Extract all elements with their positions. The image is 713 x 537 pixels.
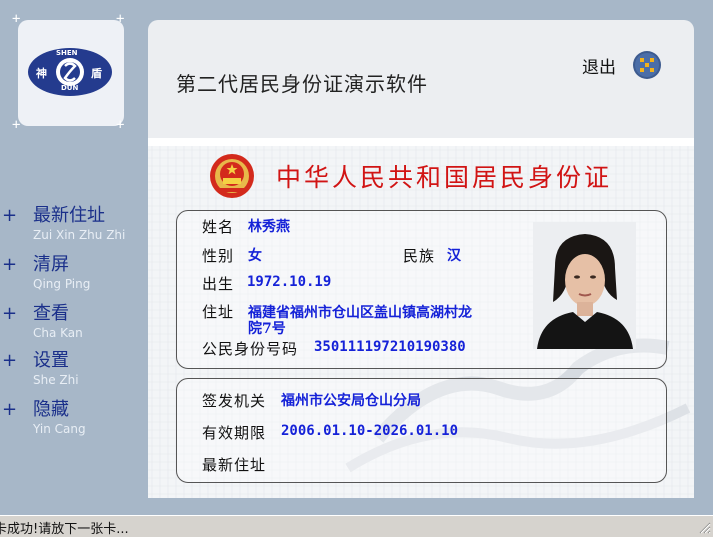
window-edge xyxy=(694,0,713,515)
sidebar-item-label: 设置 xyxy=(33,350,69,371)
logo-bottom-text: DUN xyxy=(61,84,79,92)
validity-label: 有效期限 xyxy=(202,424,267,442)
plus-icon: + xyxy=(2,399,18,420)
ethnicity-label: 民族 xyxy=(403,247,436,265)
ethnicity-value: 汉 xyxy=(447,248,461,264)
card-title: 中华人民共和国居民身份证 xyxy=(276,163,613,192)
logo-panel: + + + + 神 盾 SHEN DUN xyxy=(12,12,124,132)
id-photo xyxy=(533,222,636,349)
sidebar-item-pinyin: Cha Kan xyxy=(33,326,83,340)
plus-icon: + xyxy=(2,350,18,371)
corner-plus-icon: + xyxy=(116,117,125,133)
name-label: 姓名 xyxy=(202,218,235,236)
corner-plus-icon: + xyxy=(116,11,125,27)
name-value: 林秀燕 xyxy=(248,219,290,235)
address-line2: 院7号 xyxy=(248,321,286,337)
plus-icon: + xyxy=(2,303,18,324)
plus-icon: + xyxy=(2,254,18,275)
sidebar-item-pinyin: Qing Ping xyxy=(33,277,91,291)
logo-top-text: SHEN xyxy=(56,49,78,57)
sidebar-item-settings[interactable]: + 设置 She Zhi xyxy=(0,350,145,392)
app-title: 第二代居民身份证演示软件 xyxy=(176,72,428,96)
logo-left-text: 神 xyxy=(36,67,47,80)
sidebar-item-label: 查看 xyxy=(33,303,69,324)
sidebar-item-label: 清屏 xyxy=(33,254,69,275)
corner-plus-icon: + xyxy=(12,11,21,27)
birth-value: 1972.10.19 xyxy=(247,274,332,290)
exit-icon xyxy=(633,51,661,79)
sidebar-item-pinyin: Zui Xin Zhu Zhi xyxy=(33,228,126,242)
authority-value: 福州市公安局仓山分局 xyxy=(281,393,421,409)
sidebar-item-clear-screen[interactable]: + 清屏 Qing Ping xyxy=(0,254,145,296)
id-card-view: 中华人民共和国居民身份证 姓名 林秀燕 性别 女 民族 汉 出生 1972.10… xyxy=(148,138,694,498)
sidebar-item-label: 隐藏 xyxy=(33,399,69,420)
sidebar-item-view[interactable]: + 查看 Cha Kan xyxy=(0,303,145,345)
gender-label: 性别 xyxy=(202,247,235,265)
sidebar-item-hide[interactable]: + 隐藏 Yin Cang xyxy=(0,399,145,441)
validity-value: 2006.01.10-2026.01.10 xyxy=(281,423,459,439)
national-emblem-icon xyxy=(210,154,254,198)
exit-button[interactable] xyxy=(632,50,662,80)
new-address-label: 最新住址 xyxy=(202,456,267,474)
logo-right-text: 盾 xyxy=(91,67,102,80)
sidebar-item-label: 最新住址 xyxy=(33,205,105,226)
portrait-image xyxy=(533,222,636,349)
id-number-label: 公民身份号码 xyxy=(202,340,299,358)
address-label: 住址 xyxy=(202,303,235,321)
birth-label: 出生 xyxy=(202,275,235,293)
exit-label[interactable]: 退出 xyxy=(582,53,616,78)
header-panel: 第二代居民身份证演示软件 退出 xyxy=(148,20,694,138)
sidebar-item-new-address[interactable]: + 最新住址 Zui Xin Zhu Zhi xyxy=(0,205,145,247)
plus-icon: + xyxy=(2,205,18,226)
id-number-value: 350111197210190380 xyxy=(314,339,466,355)
status-text: 卡成功!请放下一张卡... xyxy=(0,522,129,537)
resize-grip-icon[interactable] xyxy=(697,520,711,534)
sidebar-item-pinyin: She Zhi xyxy=(33,373,79,387)
shendun-logo: 神 盾 SHEN DUN xyxy=(28,48,112,96)
corner-plus-icon: + xyxy=(12,117,21,133)
status-bar: 卡成功!请放下一张卡... xyxy=(0,515,713,537)
sidebar-item-pinyin: Yin Cang xyxy=(33,422,86,436)
authority-label: 签发机关 xyxy=(202,392,267,410)
gender-value: 女 xyxy=(248,248,262,264)
